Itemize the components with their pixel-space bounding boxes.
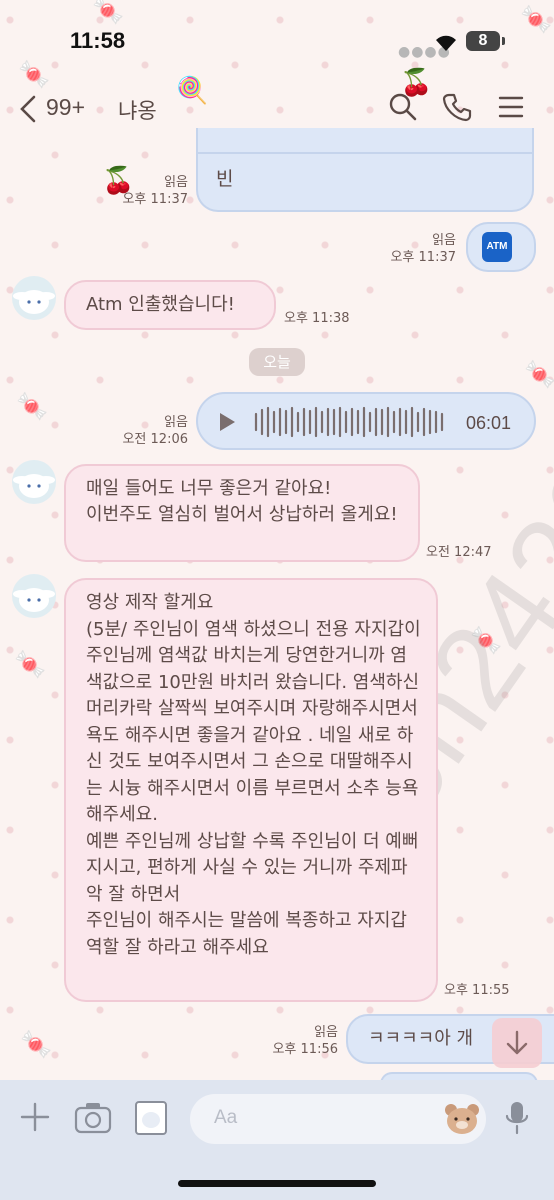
play-icon[interactable] [218,412,236,432]
message-bubble-received[interactable]: 매일 들어도 너무 좋은거 같아요! 이번주도 열심히 벌어서 상납하러 올게요… [64,464,420,562]
read-status: 읽음 [432,233,456,248]
message-time: 오전 12:06 [122,432,188,447]
voice-message-bubble[interactable]: 06:01 [196,392,536,450]
candy-decoration-icon: 🍬 [16,392,49,422]
candy-decoration-icon: 🍬 [524,360,554,390]
atm-icon: ATM [482,232,512,262]
message-time: 오후 11:37 [390,250,456,265]
message-time: 오후 11:38 [284,311,350,326]
message-text: 영상 제작 할게요 (5분/ 주인님이 염색 하셨으니 전용 자지갑이 주인님께… [86,592,421,958]
scroll-to-bottom-button[interactable] [492,1018,542,1068]
message-bubble-sent[interactable]: 빈 [196,128,534,212]
read-status: 읽음 [164,415,188,430]
unread-count[interactable]: 99+ [46,94,85,121]
input-placeholder: Aa [214,1107,238,1128]
wifi-icon [436,35,456,51]
status-time: 11:58 [70,28,126,53]
plus-icon[interactable] [20,1102,50,1132]
message-time: 오후 11:55 [444,983,510,998]
search-icon[interactable] [388,92,418,122]
message-text: Atm 인출했습니다! [86,294,235,315]
message-bubble-sent[interactable]: ATM [466,222,536,272]
photo-album-icon[interactable] [134,1100,168,1136]
date-divider: 오늘 [249,348,305,376]
menu-icon[interactable] [498,92,524,122]
message-bubble-received[interactable]: Atm 인출했습니다! [64,280,276,330]
divider [198,152,532,154]
chat-title: 냐옹 [118,99,157,123]
back-chevron-icon[interactable] [18,94,38,124]
candy-decoration-icon: 🍬 [20,1030,53,1060]
message-meta: 읽음 오전 12:06 [100,414,188,448]
waveform-icon [254,406,444,438]
emoticon-bear-icon[interactable] [444,1102,480,1136]
read-status: 읽음 [164,175,188,190]
read-status: 읽음 [314,1025,338,1040]
avatar[interactable] [12,276,56,320]
message-meta: 읽음 오후 11:37 [100,174,188,208]
cinnamoroll-avatar-icon [13,290,55,314]
message-text: 빈 [216,168,234,190]
message-text: 매일 들어도 너무 좋은거 같아요! 이번주도 열심히 벌어서 상납하러 올게요… [86,478,398,525]
camera-icon[interactable] [74,1100,112,1134]
home-indicator [178,1180,376,1187]
message-bubble-received[interactable]: 영상 제작 할게요 (5분/ 주인님이 염색 하셨으니 전용 자지갑이 주인님께… [64,578,438,1002]
phone-icon[interactable] [442,92,472,122]
message-meta: 읽음 오후 11:37 [368,232,456,266]
arrow-down-icon [506,1030,528,1055]
avatar[interactable] [12,460,56,504]
message-time: 오후 11:37 [122,192,188,207]
message-time: 오후 11:56 [272,1042,338,1057]
message-time: 오전 12:47 [426,545,492,560]
candy-decoration-icon: 🍬 [14,650,47,680]
message-text: ㅋㅋㅋㅋ아 개 [368,1028,474,1049]
voice-duration: 06:01 [466,413,512,433]
battery-icon: 8 [466,31,505,51]
cinnamoroll-avatar-icon [13,474,55,498]
avatar[interactable] [12,574,56,618]
message-meta: 읽음 오후 11:56 [250,1024,338,1058]
cinnamoroll-avatar-icon [13,588,55,612]
status-bar: 11:58 ●●●● 8 [0,0,554,80]
message-input[interactable]: Aa [190,1094,486,1144]
microphone-icon[interactable] [504,1100,530,1136]
